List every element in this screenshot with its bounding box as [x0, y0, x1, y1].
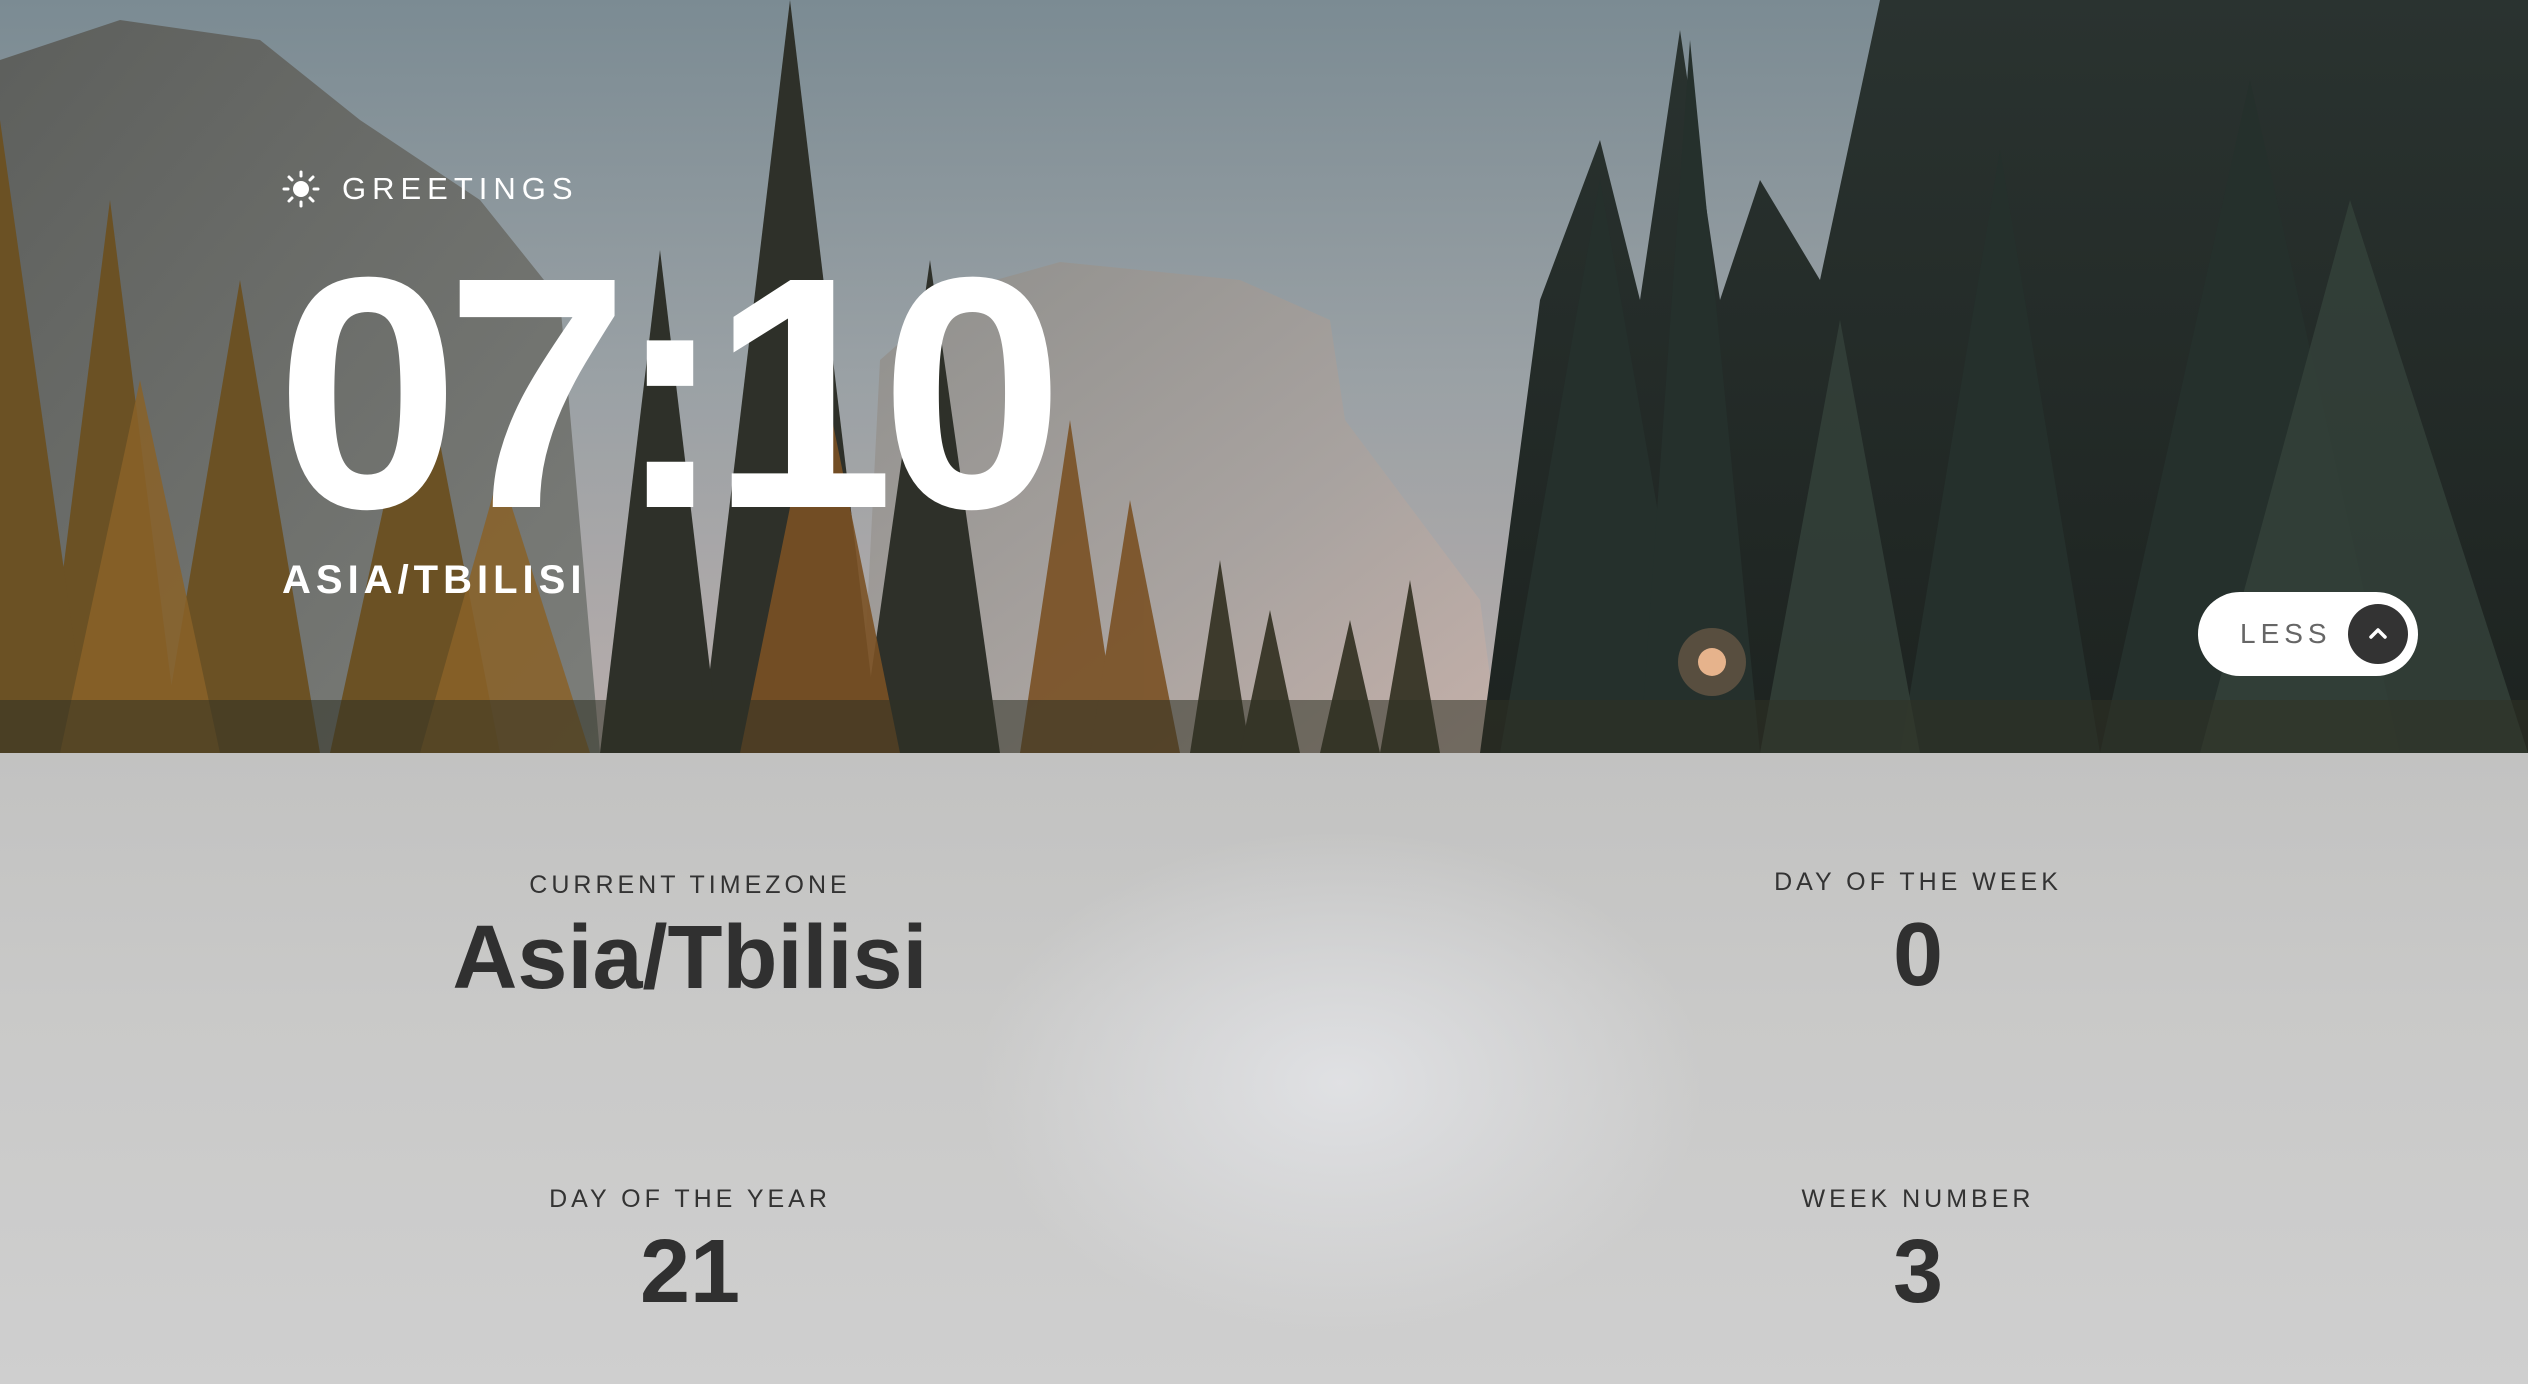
stat-day-of-week: DAY OF THE WEEK 0	[1518, 868, 2318, 1005]
greeting-text: GREETINGS	[342, 171, 579, 206]
stat-value: Asia/Tbilisi	[452, 908, 928, 1008]
stat-value: 0	[1892, 905, 1944, 1005]
hero-section: GREETINGS 07:10 ASIA/TBILISI LESS	[0, 0, 2528, 753]
less-button-label: LESS	[2240, 618, 2332, 649]
stat-week-number: WEEK NUMBER 3	[1518, 1185, 2318, 1322]
stat-value: 3	[1892, 1222, 1944, 1322]
greeting-row: GREETINGS	[282, 168, 579, 210]
stat-label: WEEK NUMBER	[1801, 1185, 2035, 1213]
chevron-up-icon[interactable]	[2348, 604, 2408, 664]
stat-label: CURRENT TIMEZONE	[529, 871, 851, 899]
less-button[interactable]: LESS	[2198, 592, 2418, 676]
world-clock-app: GREETINGS 07:10 ASIA/TBILISI LESS CURREN…	[0, 0, 2528, 1384]
location-label: ASIA/TBILISI	[282, 558, 587, 602]
stat-current-timezone: CURRENT TIMEZONE Asia/Tbilisi	[290, 871, 1090, 1008]
details-panel: CURRENT TIMEZONE Asia/Tbilisi DAY OF THE…	[0, 753, 2528, 1384]
stat-value: 21	[639, 1222, 741, 1322]
stat-day-of-year: DAY OF THE YEAR 21	[290, 1185, 1090, 1322]
sun-icon	[282, 170, 320, 208]
current-time: 07:10	[276, 208, 1064, 577]
stat-label: DAY OF THE WEEK	[1774, 868, 2062, 896]
stat-label: DAY OF THE YEAR	[549, 1185, 831, 1213]
